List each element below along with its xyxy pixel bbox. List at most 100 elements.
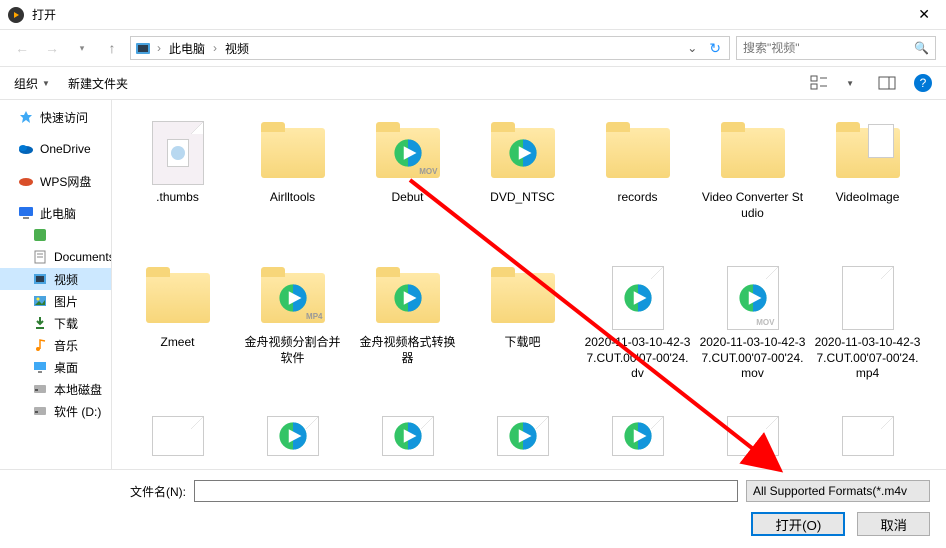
file-thumb: [598, 118, 678, 188]
close-icon[interactable]: ✕: [910, 6, 938, 23]
preview-pane-button[interactable]: [878, 74, 896, 92]
file-item[interactable]: MOVDebut: [350, 114, 465, 259]
app-icon: [8, 7, 24, 23]
picture-icon: [32, 293, 48, 309]
address-dropdown-icon[interactable]: ⌄: [683, 41, 701, 55]
open-label: 打开(O): [775, 515, 821, 534]
sidebar-item-local-disk[interactable]: 本地磁盘: [0, 378, 111, 400]
file-item[interactable]: [695, 404, 810, 464]
sidebar-item-documents[interactable]: Documents: [0, 246, 111, 268]
star-icon: [18, 109, 34, 125]
file-thumb: [828, 408, 908, 464]
breadcrumb-videos[interactable]: 视频: [223, 40, 251, 57]
file-label: Airlltools: [266, 188, 319, 208]
sidebar-item-desktop[interactable]: 桌面: [0, 356, 111, 378]
search-icon[interactable]: 🔍: [914, 41, 929, 55]
file-item[interactable]: 金舟视频格式转换器: [350, 259, 465, 404]
view-caret-icon[interactable]: ▼: [846, 79, 854, 88]
caret-down-icon: ▼: [42, 79, 50, 88]
file-item[interactable]: [810, 404, 925, 464]
file-label: .thumbs: [152, 188, 203, 208]
new-folder-label: 新建文件夹: [68, 75, 128, 92]
file-grid[interactable]: .thumbs Airlltools MOVDebut DVD_NTSC records…: [112, 100, 946, 469]
breadcrumb-this-pc[interactable]: 此电脑: [167, 40, 207, 57]
document-icon: [32, 249, 48, 265]
file-item[interactable]: VideoImage: [810, 114, 925, 259]
file-item[interactable]: 下载吧: [465, 259, 580, 404]
sidebar-item-pictures[interactable]: 图片: [0, 290, 111, 312]
chevron-right-icon: ›: [211, 41, 219, 55]
sidebar-item-this-pc[interactable]: 此电脑: [0, 202, 111, 224]
filename-input[interactable]: [194, 480, 738, 502]
cloud-icon: [18, 141, 34, 157]
file-item[interactable]: Zmeet: [120, 259, 235, 404]
chevron-right-icon: ›: [155, 41, 163, 55]
file-thumb: [253, 118, 333, 188]
sidebar-item-downloads[interactable]: 下载: [0, 312, 111, 334]
sidebar-label: Documents: [54, 250, 111, 264]
file-thumb: [598, 263, 678, 333]
file-label: 金舟视频格式转换器: [350, 333, 465, 368]
filename-label: 文件名(N):: [16, 483, 186, 500]
sidebar-item-special[interactable]: [0, 224, 111, 246]
sidebar-label: 音乐: [54, 337, 78, 354]
file-thumb: [368, 408, 448, 464]
sidebar-item-wps[interactable]: WPS网盘: [0, 170, 111, 192]
file-thumb: [138, 118, 218, 188]
desktop-icon: [32, 359, 48, 375]
videos-folder-icon: [135, 40, 151, 56]
back-button[interactable]: ←: [10, 36, 34, 60]
download-icon: [32, 315, 48, 331]
up-button[interactable]: ↑: [100, 36, 124, 60]
file-label: records: [613, 188, 661, 208]
filetype-label: All Supported Formats(*.m4v: [753, 484, 907, 498]
search-box[interactable]: 🔍: [736, 36, 936, 60]
file-thumb: MOV: [713, 263, 793, 333]
recent-dropdown[interactable]: ▾: [70, 36, 94, 60]
file-item[interactable]: MOV2020-11-03-10-42-37.CUT.00'07-00'24.m…: [695, 259, 810, 404]
file-label: 2020-11-03-10-42-37.CUT.00'07-00'24.mp4: [810, 333, 925, 384]
address-bar[interactable]: › 此电脑 › 视频 ⌄ ↻: [130, 36, 730, 60]
file-item[interactable]: MP4金舟视频分割合并软件: [235, 259, 350, 404]
sidebar-label: 软件 (D:): [54, 403, 101, 420]
forward-button[interactable]: →: [40, 36, 64, 60]
file-thumb: MP4: [253, 263, 333, 333]
help-button[interactable]: ?: [914, 74, 932, 92]
window-title: 打开: [32, 6, 56, 23]
view-options-button[interactable]: [810, 74, 828, 92]
sidebar-item-music[interactable]: 音乐: [0, 334, 111, 356]
file-item[interactable]: Airlltools: [235, 114, 350, 259]
file-item[interactable]: 2020-11-03-10-42-37.CUT.00'07-00'24.dv: [580, 259, 695, 404]
new-folder-button[interactable]: 新建文件夹: [68, 75, 128, 92]
open-button[interactable]: 打开(O): [751, 512, 845, 536]
file-thumb: MOV: [368, 118, 448, 188]
cancel-button[interactable]: 取消: [857, 512, 930, 536]
file-item[interactable]: [580, 404, 695, 464]
sidebar-label: 本地磁盘: [54, 381, 102, 398]
file-label: DVD_NTSC: [486, 188, 559, 208]
file-item[interactable]: .thumbs: [120, 114, 235, 259]
file-item[interactable]: 2020-11-03-10-42-37.CUT.00'07-00'24.mp4: [810, 259, 925, 404]
refresh-icon[interactable]: ↻: [705, 40, 725, 57]
file-label: 2020-11-03-10-42-37.CUT.00'07-00'24.dv: [580, 333, 695, 384]
cancel-label: 取消: [880, 515, 907, 534]
file-item[interactable]: DVD_NTSC: [465, 114, 580, 259]
file-item[interactable]: [350, 404, 465, 464]
organize-label: 组织: [14, 75, 38, 92]
file-item[interactable]: [465, 404, 580, 464]
file-label: VideoImage: [832, 188, 904, 208]
sidebar-item-onedrive[interactable]: OneDrive: [0, 138, 111, 160]
music-icon: [32, 337, 48, 353]
sidebar-item-videos[interactable]: 视频: [0, 268, 111, 290]
pc-icon: [18, 205, 34, 221]
file-item[interactable]: Video Converter Studio: [695, 114, 810, 259]
file-item[interactable]: records: [580, 114, 695, 259]
sidebar-item-quick-access[interactable]: 快速访问: [0, 106, 111, 128]
sidebar-item-software-d[interactable]: 软件 (D:): [0, 400, 111, 422]
filetype-dropdown[interactable]: All Supported Formats(*.m4v: [746, 480, 930, 502]
file-thumb: [138, 408, 218, 464]
file-item[interactable]: [120, 404, 235, 464]
organize-menu[interactable]: 组织 ▼: [14, 75, 50, 92]
file-item[interactable]: [235, 404, 350, 464]
search-input[interactable]: [743, 41, 914, 55]
